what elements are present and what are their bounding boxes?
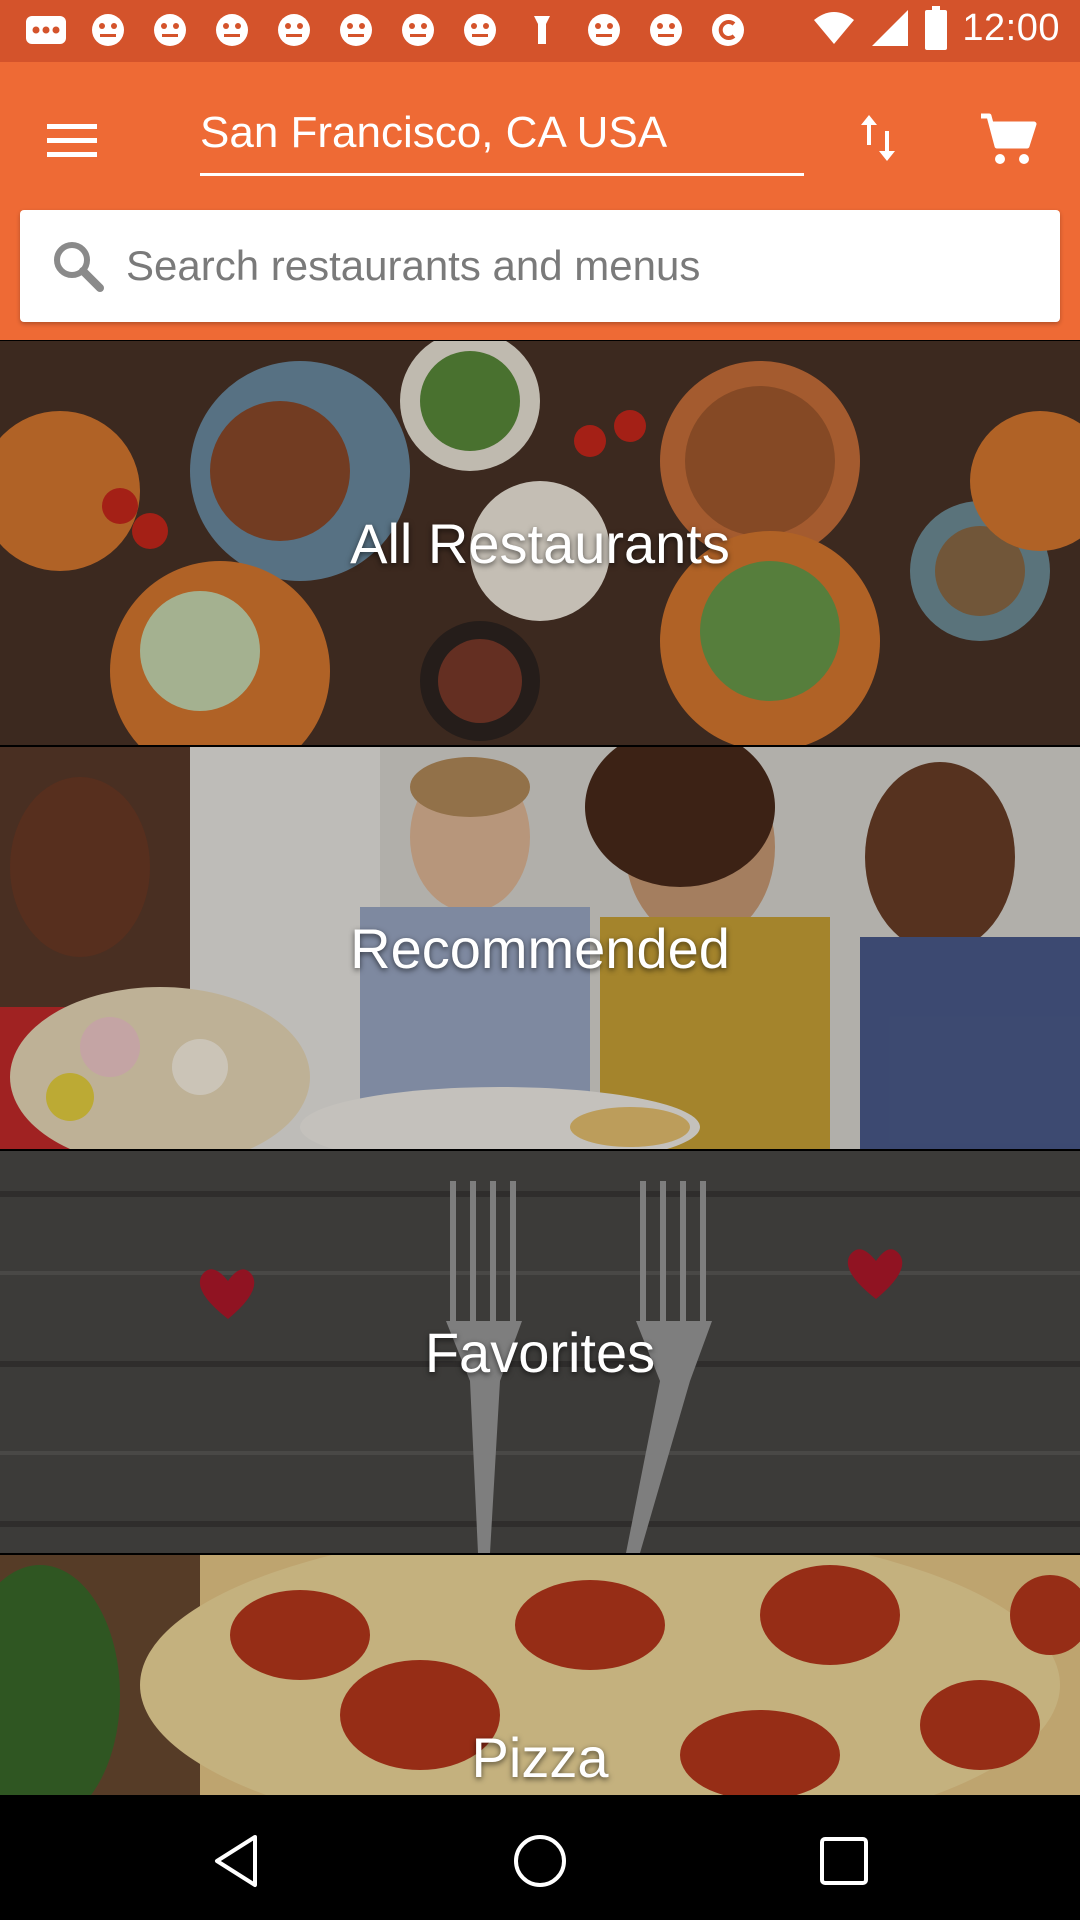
category-label: Pizza — [471, 1726, 609, 1789]
hamburger-menu-icon — [47, 124, 97, 157]
system-nav-bar — [0, 1795, 1080, 1920]
sort-button[interactable] — [846, 106, 910, 170]
category-card-pizza[interactable]: Pizza — [0, 1555, 1080, 1795]
status-bar: 12:00 — [0, 0, 1080, 62]
copyright-icon — [706, 10, 750, 50]
notification-icon — [334, 10, 378, 50]
home-button[interactable] — [500, 1821, 580, 1901]
category-card-recommended[interactable]: Recommended — [0, 747, 1080, 1149]
notification-icon — [458, 10, 502, 50]
category-label: Recommended — [350, 916, 730, 980]
menu-button[interactable] — [40, 108, 104, 172]
notification-icon — [644, 10, 688, 50]
category-label: All Restaurants — [350, 511, 730, 575]
category-card-favorites[interactable]: Favorites — [0, 1151, 1080, 1553]
notification-icon — [210, 10, 254, 50]
app-bar: San Francisco, CA USA — [0, 62, 1080, 340]
cart-button[interactable] — [972, 104, 1044, 176]
search-bar[interactable] — [20, 210, 1060, 322]
category-card-all-restaurants[interactable]: All Restaurants — [0, 341, 1080, 745]
status-notification-icons — [24, 10, 750, 50]
recents-icon — [820, 1837, 868, 1885]
status-system-icons: 12:00 — [812, 6, 1060, 50]
shopping-cart-icon — [981, 113, 1037, 164]
sort-arrows-icon — [861, 115, 895, 161]
upload-icon — [520, 10, 564, 50]
location-text: San Francisco, CA USA — [200, 108, 668, 157]
more-icon — [24, 10, 68, 50]
search-icon — [54, 242, 104, 292]
notification-icon — [272, 10, 316, 50]
notification-icon — [582, 10, 626, 50]
back-icon — [215, 1835, 257, 1887]
location-field[interactable]: San Francisco, CA USA — [200, 102, 804, 176]
search-input[interactable] — [126, 230, 1026, 302]
status-clock: 12:00 — [962, 6, 1060, 49]
wifi-icon — [814, 12, 855, 44]
signal-icon — [872, 10, 909, 46]
notification-icon — [148, 10, 192, 50]
back-button[interactable] — [196, 1821, 276, 1901]
notification-icon — [396, 10, 440, 50]
battery-icon — [925, 6, 948, 50]
notification-icon — [86, 10, 130, 50]
recents-button[interactable] — [804, 1821, 884, 1901]
home-icon — [514, 1835, 566, 1887]
category-label: Favorites — [424, 1320, 656, 1384]
